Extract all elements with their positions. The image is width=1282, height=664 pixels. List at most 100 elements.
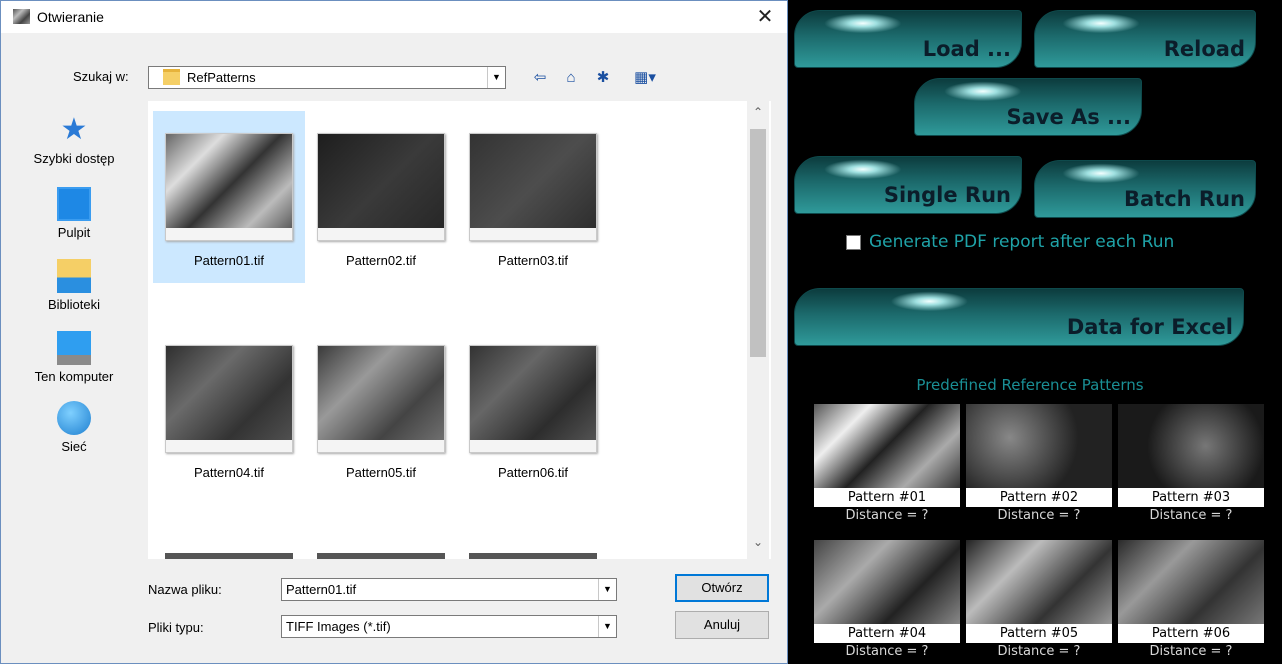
reference-pattern-distance: Distance = ? (997, 644, 1081, 659)
batch-run-button[interactable]: Batch Run (1034, 160, 1256, 218)
file-item[interactable]: Pattern05.tif (305, 323, 457, 495)
place-quick-access[interactable]: ★ Szybki dostęp (1, 113, 147, 166)
reference-pattern[interactable]: Pattern #01 Distance = ? (814, 404, 960, 525)
open-button[interactable]: Otwórz (675, 574, 769, 602)
scroll-thumb[interactable] (750, 129, 766, 357)
file-name: Pattern03.tif (497, 253, 569, 268)
pdf-report-checkbox[interactable]: Generate PDF report after each Run (846, 232, 1174, 252)
file-thumbnail-partial (317, 553, 445, 559)
place-label: Biblioteki (47, 297, 101, 312)
chevron-down-icon[interactable]: ▼ (598, 579, 616, 600)
reference-pattern-image (966, 404, 1112, 488)
new-folder-icon[interactable]: ✱ (592, 67, 614, 89)
patterns-title: Predefined Reference Patterns (916, 376, 1144, 394)
reference-pattern-label: Pattern #02 (966, 488, 1112, 507)
close-icon[interactable]: ✕ (743, 1, 787, 33)
reference-pattern[interactable]: Pattern #06 Distance = ? (1118, 540, 1264, 661)
checkbox-box[interactable] (846, 234, 861, 250)
reference-pattern-label: Pattern #03 (1118, 488, 1264, 507)
up-folder-icon[interactable]: ⌂ (560, 67, 582, 89)
scroll-down-icon[interactable]: ⌄ (747, 535, 769, 555)
file-list: Pattern01.tif Pattern02.tif Pattern03.tif P… (148, 101, 771, 559)
thumbnail-scale-bar (470, 228, 596, 240)
file-item[interactable]: Pattern03.tif (457, 111, 609, 283)
reference-pattern-image (1118, 404, 1264, 488)
star-icon: ★ (60, 113, 88, 146)
look-in-combo[interactable]: RefPatterns ▼ (148, 66, 506, 89)
file-item[interactable]: Pattern04.tif (153, 323, 305, 495)
reference-pattern-label: Pattern #04 (814, 624, 960, 643)
file-name: Pattern04.tif (193, 465, 265, 480)
reference-pattern-image (814, 404, 960, 488)
view-menu-icon[interactable]: ▦▾ (625, 67, 665, 89)
file-name: Pattern05.tif (345, 465, 417, 480)
app-icon (13, 9, 30, 24)
reference-pattern-image (966, 540, 1112, 624)
thumbnail-scale-bar (470, 440, 596, 452)
reference-pattern-distance: Distance = ? (845, 644, 929, 659)
back-icon[interactable]: ⇦ (529, 67, 551, 89)
file-thumbnail (317, 133, 445, 241)
file-name: Pattern06.tif (497, 465, 569, 480)
reference-pattern-distance: Distance = ? (997, 508, 1081, 523)
reference-pattern-label: Pattern #01 (814, 488, 960, 507)
dialog-titlebar: Otwieranie ✕ (1, 1, 787, 33)
place-this-pc[interactable]: Ten komputer (1, 331, 147, 384)
reference-pattern[interactable]: Pattern #02 Distance = ? (966, 404, 1112, 525)
file-thumbnail (165, 133, 293, 241)
chevron-down-icon[interactable]: ▼ (487, 67, 505, 88)
load-button[interactable]: Load ... (794, 10, 1022, 68)
reference-pattern-distance: Distance = ? (1149, 508, 1233, 523)
file-thumbnail (165, 345, 293, 453)
computer-icon (57, 331, 91, 365)
file-name: Pattern02.tif (345, 253, 417, 268)
thumbnail-scale-bar (166, 440, 292, 452)
file-item[interactable]: Pattern01.tif (153, 111, 305, 283)
reference-pattern[interactable]: Pattern #05 Distance = ? (966, 540, 1112, 661)
place-libraries[interactable]: Biblioteki (1, 259, 147, 312)
reference-pattern-label: Pattern #05 (966, 624, 1112, 643)
dialog-title: Otwieranie (37, 9, 104, 25)
library-icon (57, 259, 91, 293)
network-icon (57, 401, 91, 435)
place-label: Sieć (61, 439, 87, 454)
single-run-button[interactable]: Single Run (794, 156, 1022, 214)
file-list-scrollbar[interactable]: ⌃ ⌄ (747, 101, 769, 559)
desktop-icon (57, 187, 91, 221)
filename-field[interactable]: Pattern01.tif ▼ (281, 578, 617, 601)
filetype-select[interactable]: TIFF Images (*.tif) ▼ (281, 615, 617, 638)
data-for-excel-button[interactable]: Data for Excel (794, 288, 1244, 346)
filetype-value: TIFF Images (*.tif) (286, 619, 391, 634)
place-label: Szybki dostęp (33, 151, 115, 166)
reference-pattern-distance: Distance = ? (1149, 644, 1233, 659)
open-file-dialog: Otwieranie ✕ Szukaj w: RefPatterns ▼ ⇦ ⌂… (0, 0, 788, 664)
reference-pattern-label: Pattern #06 (1118, 624, 1264, 643)
file-thumbnail-partial (469, 553, 597, 559)
cancel-button[interactable]: Anuluj (675, 611, 769, 639)
place-network[interactable]: Sieć (1, 401, 147, 454)
places-bar: ★ Szybki dostęp Pulpit Biblioteki Ten ko… (1, 101, 147, 561)
file-thumbnail (317, 345, 445, 453)
file-item[interactable]: Pattern02.tif (305, 111, 457, 283)
save-as-button[interactable]: Save As ... (914, 78, 1142, 136)
reference-pattern[interactable]: Pattern #03 Distance = ? (1118, 404, 1264, 525)
reload-button[interactable]: Reload (1034, 10, 1256, 68)
reference-pattern[interactable]: Pattern #04 Distance = ? (814, 540, 960, 661)
place-label: Pulpit (57, 225, 91, 240)
file-item[interactable]: Pattern06.tif (457, 323, 609, 495)
place-desktop[interactable]: Pulpit (1, 187, 147, 240)
filename-label: Nazwa pliku: (148, 582, 222, 597)
file-thumbnail (469, 133, 597, 241)
chevron-down-icon[interactable]: ▼ (598, 616, 616, 637)
scroll-up-icon[interactable]: ⌃ (747, 105, 769, 125)
look-in-label: Szukaj w: (73, 69, 129, 84)
place-label: Ten komputer (34, 369, 114, 384)
look-in-value: RefPatterns (187, 70, 256, 85)
thumbnail-scale-bar (318, 228, 444, 240)
thumbnail-scale-bar (318, 440, 444, 452)
thumbnail-scale-bar (166, 228, 292, 240)
pdf-report-label: Generate PDF report after each Run (869, 232, 1175, 252)
file-thumbnail-partial (165, 553, 293, 559)
reference-pattern-image (1118, 540, 1264, 624)
reference-pattern-image (814, 540, 960, 624)
